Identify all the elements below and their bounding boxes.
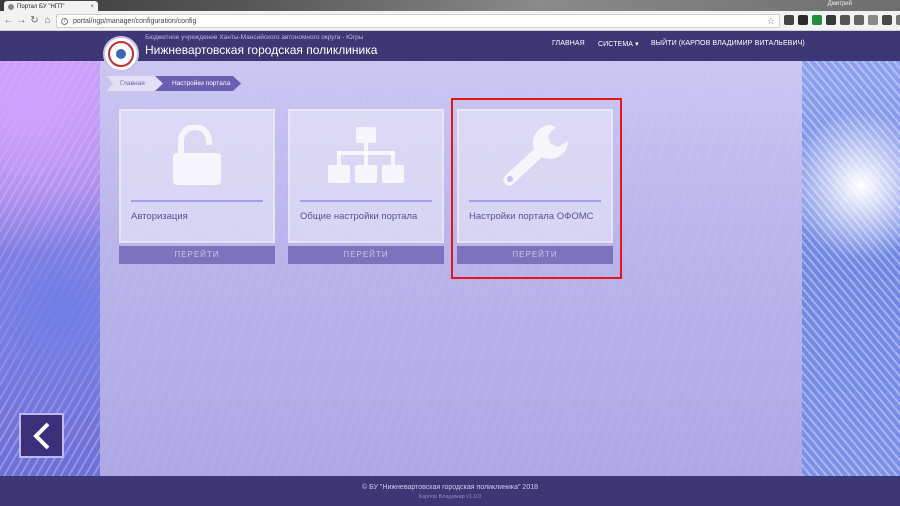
tab-title: Портал БУ "НГП": [17, 3, 65, 10]
footer-copyright: © БУ "Нижневартовская городская поликлин…: [362, 484, 538, 491]
site-info-icon[interactable]: i: [61, 17, 68, 25]
card-divider: [300, 200, 432, 202]
home-icon[interactable]: ⌂: [41, 11, 54, 31]
extension-icon[interactable]: [798, 15, 808, 25]
page-viewport: Бюджетное учреждение Ханты-Мансийского а…: [0, 31, 900, 506]
extension-icon[interactable]: [826, 15, 836, 25]
footer-user-version: Карпов Владимир v1.0.0: [418, 494, 482, 500]
card-title: Общие настройки портала: [300, 211, 418, 222]
nav-logout[interactable]: ВЫЙТИ (КАРПОВ ВЛАДИМИР ВИТАЛЬЕВИЧ): [651, 40, 805, 47]
breadcrumb-home[interactable]: Главная: [107, 76, 164, 91]
logo[interactable]: [103, 36, 139, 72]
breadcrumb-current: Настройки портала: [155, 76, 241, 91]
card-body[interactable]: Общие настройки портала: [288, 109, 444, 243]
go-button[interactable]: ПЕРЕЙТИ: [288, 246, 444, 264]
card-authorization: Авторизация ПЕРЕЙТИ: [119, 109, 275, 264]
back-arrow-icon[interactable]: ←: [2, 11, 15, 31]
bookmark-star-icon[interactable]: ☆: [767, 16, 775, 27]
browser-toolbar: ← → ↻ ⌂ i portal/ngp/manager/configurati…: [0, 11, 900, 31]
extension-icons: ⋮: [784, 15, 900, 25]
profile-name[interactable]: Дмитрий: [828, 1, 852, 7]
browser-tabstrip: Портал БУ "НГП" × Дмитрий: [0, 0, 900, 12]
nav-system-dropdown[interactable]: СИСТЕМА ▾: [598, 40, 639, 48]
extension-icon[interactable]: [840, 15, 850, 25]
card-divider: [131, 200, 263, 202]
extension-icon[interactable]: [812, 15, 822, 25]
unlock-icon: [121, 121, 273, 191]
extension-icon[interactable]: [854, 15, 864, 25]
sitemap-icon: [290, 121, 442, 191]
favicon-icon: [8, 3, 14, 10]
card-title: Авторизация: [131, 211, 188, 222]
site-footer: © БУ "Нижневартовская городская поликлин…: [0, 476, 900, 506]
card-general-settings: Общие настройки портала ПЕРЕЙТИ: [288, 109, 444, 264]
extension-icon[interactable]: [868, 15, 878, 25]
reload-icon[interactable]: ↻: [28, 11, 41, 31]
logo-emblem: [108, 41, 134, 67]
url-text[interactable]: portal/ngp/manager/configuration/config: [73, 18, 767, 25]
chevron-left-icon: [32, 422, 49, 449]
highlight-annotation: [451, 98, 622, 279]
address-bar[interactable]: i portal/ngp/manager/configuration/confi…: [56, 14, 780, 28]
back-button[interactable]: [19, 413, 64, 458]
logo-center: [116, 49, 126, 59]
card-body[interactable]: Авторизация: [119, 109, 275, 243]
tab-close-icon[interactable]: ×: [90, 4, 94, 10]
nav-home[interactable]: ГЛАВНАЯ: [552, 40, 585, 47]
extension-icon[interactable]: [784, 15, 794, 25]
background-image-right: [802, 61, 900, 476]
extension-icon[interactable]: [882, 15, 892, 25]
go-button[interactable]: ПЕРЕЙТИ: [119, 246, 275, 264]
extension-icon[interactable]: [896, 15, 900, 25]
forward-arrow-icon[interactable]: →: [15, 11, 28, 31]
